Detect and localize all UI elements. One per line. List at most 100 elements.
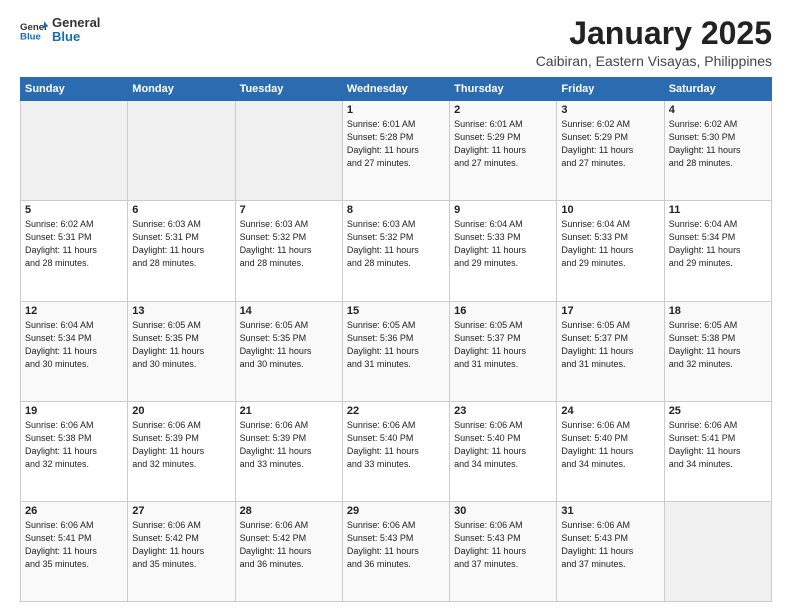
table-row: 24 Sunrise: 6:06 AM Sunset: 5:40 PM Dayli… [557, 401, 664, 501]
day-info: Sunrise: 6:06 AM Sunset: 5:43 PM Dayligh… [561, 519, 659, 571]
table-row: 16 Sunrise: 6:05 AM Sunset: 5:37 PM Dayli… [450, 301, 557, 401]
table-row: 31Sunrise: 6:06 AM Sunset: 5:43 PM Dayli… [557, 501, 664, 601]
table-row: 20 Sunrise: 6:06 AM Sunset: 5:39 PM Dayli… [128, 401, 235, 501]
day-info: Sunrise: 6:05 AM Sunset: 5:38 PM Dayligh… [669, 319, 767, 371]
day-info: Sunrise: 6:02 AM Sunset: 5:30 PM Dayligh… [669, 118, 767, 170]
table-row [21, 101, 128, 201]
table-row [128, 101, 235, 201]
table-row: 19 Sunrise: 6:06 AM Sunset: 5:38 PM Dayli… [21, 401, 128, 501]
day-number: 6 [132, 204, 230, 216]
table-row: 13Sunrise: 6:05 AM Sunset: 5:35 PM Dayli… [128, 301, 235, 401]
table-row: 7 Sunrise: 6:03 AM Sunset: 5:32 PM Daylig… [235, 201, 342, 301]
day-number: 13 [132, 305, 230, 317]
table-row [235, 101, 342, 201]
day-number: 25 [669, 405, 767, 417]
day-info: Sunrise: 6:04 AM Sunset: 5:33 PM Dayligh… [454, 218, 552, 270]
day-info: Sunrise: 6:06 AM Sunset: 5:38 PM Dayligh… [25, 419, 123, 471]
day-info: Sunrise: 6:06 AM Sunset: 5:40 PM Dayligh… [561, 419, 659, 471]
day-number: 23 [454, 405, 552, 417]
day-number: 18 [669, 305, 767, 317]
day-number: 9 [454, 204, 552, 216]
day-info: Sunrise: 6:04 AM Sunset: 5:34 PM Dayligh… [25, 319, 123, 371]
day-number: 4 [669, 104, 767, 116]
day-number: 14 [240, 305, 338, 317]
day-number: 7 [240, 204, 338, 216]
day-info: Sunrise: 6:05 AM Sunset: 5:36 PM Dayligh… [347, 319, 445, 371]
day-info: Sunrise: 6:06 AM Sunset: 5:42 PM Dayligh… [132, 519, 230, 571]
table-row: 29 Sunrise: 6:06 AM Sunset: 5:43 PM Dayli… [342, 501, 449, 601]
logo-icon: General Blue [20, 16, 48, 44]
calendar-week-row: 26 Sunrise: 6:06 AM Sunset: 5:41 PM Dayli… [21, 501, 772, 601]
day-number: 28 [240, 505, 338, 517]
table-row: 25 Sunrise: 6:06 AM Sunset: 5:41 PM Dayli… [664, 401, 771, 501]
day-info: Sunrise: 6:02 AM Sunset: 5:31 PM Dayligh… [25, 218, 123, 270]
day-number: 2 [454, 104, 552, 116]
day-number: 12 [25, 305, 123, 317]
table-row: 28 Sunrise: 6:06 AM Sunset: 5:42 PM Dayli… [235, 501, 342, 601]
day-info: Sunrise: 6:06 AM Sunset: 5:39 PM Dayligh… [240, 419, 338, 471]
day-info: Sunrise: 6:05 AM Sunset: 5:35 PM Dayligh… [240, 319, 338, 371]
calendar-title: January 2025 [536, 16, 772, 51]
logo-general: General [52, 16, 100, 30]
calendar-week-row: 5 Sunrise: 6:02 AM Sunset: 5:31 PM Daylig… [21, 201, 772, 301]
day-info: Sunrise: 6:04 AM Sunset: 5:34 PM Dayligh… [669, 218, 767, 270]
table-row: 10 Sunrise: 6:04 AM Sunset: 5:33 PM Dayli… [557, 201, 664, 301]
day-number: 26 [25, 505, 123, 517]
table-row: 26 Sunrise: 6:06 AM Sunset: 5:41 PM Dayli… [21, 501, 128, 601]
day-number: 19 [25, 405, 123, 417]
day-number: 22 [347, 405, 445, 417]
table-row: 21 Sunrise: 6:06 AM Sunset: 5:39 PM Dayli… [235, 401, 342, 501]
table-row: 23Sunrise: 6:06 AM Sunset: 5:40 PM Dayli… [450, 401, 557, 501]
header: General Blue General Blue January 2025 C… [20, 16, 772, 69]
day-info: Sunrise: 6:06 AM Sunset: 5:41 PM Dayligh… [25, 519, 123, 571]
day-number: 29 [347, 505, 445, 517]
day-info: Sunrise: 6:04 AM Sunset: 5:33 PM Dayligh… [561, 218, 659, 270]
table-row: 1Sunrise: 6:01 AM Sunset: 5:28 PM Daylig… [342, 101, 449, 201]
day-info: Sunrise: 6:06 AM Sunset: 5:39 PM Dayligh… [132, 419, 230, 471]
day-number: 10 [561, 204, 659, 216]
day-number: 16 [454, 305, 552, 317]
col-tuesday: Tuesday [235, 78, 342, 101]
day-info: Sunrise: 6:06 AM Sunset: 5:40 PM Dayligh… [347, 419, 445, 471]
day-info: Sunrise: 6:06 AM Sunset: 5:43 PM Dayligh… [454, 519, 552, 571]
day-info: Sunrise: 6:06 AM Sunset: 5:42 PM Dayligh… [240, 519, 338, 571]
table-row: 6 Sunrise: 6:03 AM Sunset: 5:31 PM Daylig… [128, 201, 235, 301]
calendar-week-row: 12 Sunrise: 6:04 AM Sunset: 5:34 PM Dayli… [21, 301, 772, 401]
col-monday: Monday [128, 78, 235, 101]
table-row: 12 Sunrise: 6:04 AM Sunset: 5:34 PM Dayli… [21, 301, 128, 401]
day-number: 3 [561, 104, 659, 116]
day-number: 15 [347, 305, 445, 317]
day-info: Sunrise: 6:06 AM Sunset: 5:43 PM Dayligh… [347, 519, 445, 571]
day-info: Sunrise: 6:03 AM Sunset: 5:31 PM Dayligh… [132, 218, 230, 270]
day-number: 30 [454, 505, 552, 517]
calendar-subtitle: Caibiran, Eastern Visayas, Philippines [536, 53, 772, 69]
calendar-week-row: 19 Sunrise: 6:06 AM Sunset: 5:38 PM Dayli… [21, 401, 772, 501]
day-info: Sunrise: 6:06 AM Sunset: 5:41 PM Dayligh… [669, 419, 767, 471]
title-block: January 2025 Caibiran, Eastern Visayas, … [536, 16, 772, 69]
table-row: 22 Sunrise: 6:06 AM Sunset: 5:40 PM Dayli… [342, 401, 449, 501]
table-row: 15 Sunrise: 6:05 AM Sunset: 5:36 PM Dayli… [342, 301, 449, 401]
table-row [664, 501, 771, 601]
day-number: 24 [561, 405, 659, 417]
day-number: 8 [347, 204, 445, 216]
day-info: Sunrise: 6:03 AM Sunset: 5:32 PM Dayligh… [240, 218, 338, 270]
day-number: 27 [132, 505, 230, 517]
day-number: 17 [561, 305, 659, 317]
day-number: 20 [132, 405, 230, 417]
calendar-table: Sunday Monday Tuesday Wednesday Thursday… [20, 77, 772, 602]
table-row: 17Sunrise: 6:05 AM Sunset: 5:37 PM Dayli… [557, 301, 664, 401]
day-number: 5 [25, 204, 123, 216]
col-sunday: Sunday [21, 78, 128, 101]
svg-text:Blue: Blue [20, 32, 41, 43]
day-number: 21 [240, 405, 338, 417]
day-number: 11 [669, 204, 767, 216]
table-row: 3Sunrise: 6:02 AM Sunset: 5:29 PM Daylig… [557, 101, 664, 201]
table-row: 8 Sunrise: 6:03 AM Sunset: 5:32 PM Daylig… [342, 201, 449, 301]
day-info: Sunrise: 6:03 AM Sunset: 5:32 PM Dayligh… [347, 218, 445, 270]
day-info: Sunrise: 6:05 AM Sunset: 5:37 PM Dayligh… [454, 319, 552, 371]
col-friday: Friday [557, 78, 664, 101]
page: General Blue General Blue January 2025 C… [0, 0, 792, 612]
col-saturday: Saturday [664, 78, 771, 101]
day-number: 1 [347, 104, 445, 116]
col-wednesday: Wednesday [342, 78, 449, 101]
